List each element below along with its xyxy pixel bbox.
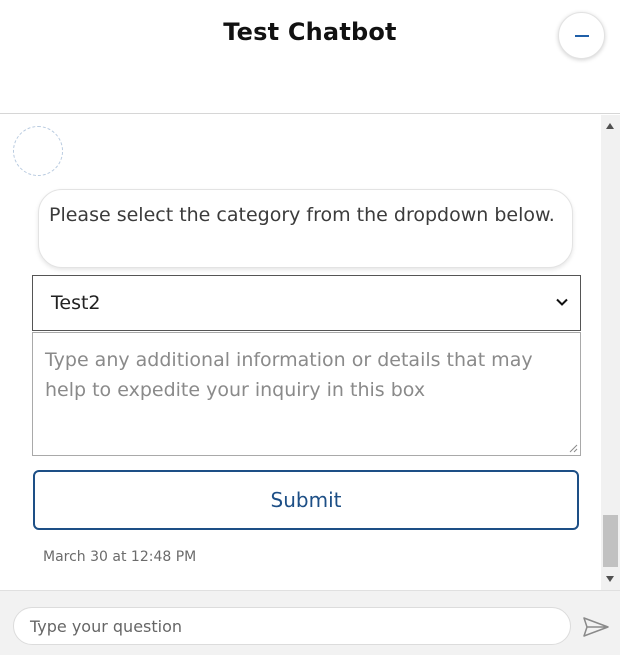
message-timestamp: March 30 at 12:48 PM (43, 549, 197, 565)
category-select[interactable]: Test2 (32, 275, 581, 331)
category-select-value: Test2 (51, 292, 101, 314)
details-textarea-placeholder: Type any additional information or detai… (45, 349, 533, 401)
chevron-down-icon (556, 298, 568, 306)
chat-title: Test Chatbot (223, 18, 397, 46)
submit-button[interactable]: Submit (33, 470, 579, 530)
scroll-up-arrow-icon[interactable] (606, 123, 614, 129)
chat-scrollbar[interactable] (601, 115, 620, 590)
bot-avatar-icon (13, 126, 63, 176)
submit-button-label: Submit (270, 488, 342, 512)
chat-header: Test Chatbot (0, 0, 620, 114)
bot-message-text: Please select the category from the drop… (49, 204, 555, 226)
minimize-icon (574, 34, 589, 37)
scroll-down-arrow-icon[interactable] (606, 576, 614, 582)
resize-grip-icon[interactable] (568, 443, 578, 453)
question-input[interactable]: Type your question (13, 607, 571, 645)
send-icon[interactable] (582, 616, 610, 638)
chat-footer: Type your question (0, 590, 620, 655)
minimize-button[interactable] (558, 12, 605, 59)
chat-transcript[interactable]: Please select the category from the drop… (0, 115, 620, 590)
scrollbar-thumb[interactable] (603, 515, 618, 567)
details-textarea[interactable]: Type any additional information or detai… (32, 332, 581, 456)
bot-message-bubble: Please select the category from the drop… (38, 189, 573, 268)
question-input-placeholder: Type your question (30, 616, 183, 636)
